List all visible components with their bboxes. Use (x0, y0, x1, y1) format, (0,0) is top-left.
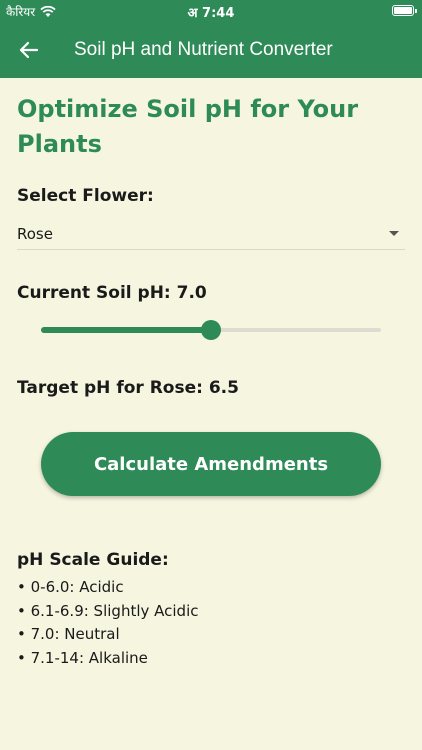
list-item: • 7.0: Neutral (17, 625, 120, 643)
slider-thumb[interactable] (201, 320, 221, 340)
list-item: • 6.1-6.9: Slightly Acidic (17, 601, 199, 620)
target-ph-label: Target pH for Rose: 6.5 (17, 378, 239, 398)
calculate-amendments-button[interactable]: Calculate Amendments (41, 432, 381, 496)
arrow-left-icon (19, 41, 39, 59)
status-bar: कैरियर अ 7:44 (0, 0, 422, 22)
list-item: • 0-6.0: Acidic (17, 578, 124, 596)
ph-guide-title: pH Scale Guide: (17, 550, 169, 570)
main-content: Optimize Soil pH for Your Plants Select … (17, 92, 405, 667)
slider-active-track (41, 327, 211, 333)
app-bar: Soil pH and Nutrient Converter (0, 22, 422, 78)
page-heading: Optimize Soil pH for Your Plants (17, 95, 359, 158)
flower-dropdown-value: Rose (17, 224, 53, 243)
list-item: • 7.1-14: Alkaline (17, 648, 148, 667)
flower-dropdown[interactable]: Rose (17, 218, 405, 250)
app-bar-title: Soil pH and Nutrient Converter (74, 39, 333, 60)
ph-guide-list: • 0-6.0: Acidic • 6.1-6.9: Slightly Acid… (17, 576, 199, 670)
current-ph-label: Current Soil pH: 7.0 (17, 283, 207, 303)
battery-icon (392, 5, 417, 16)
back-button[interactable] (0, 22, 58, 78)
select-flower-label: Select Flower: (17, 186, 154, 206)
chevron-down-icon (389, 231, 399, 236)
status-time: अ 7:44 (187, 6, 235, 21)
ph-slider[interactable] (41, 318, 381, 342)
